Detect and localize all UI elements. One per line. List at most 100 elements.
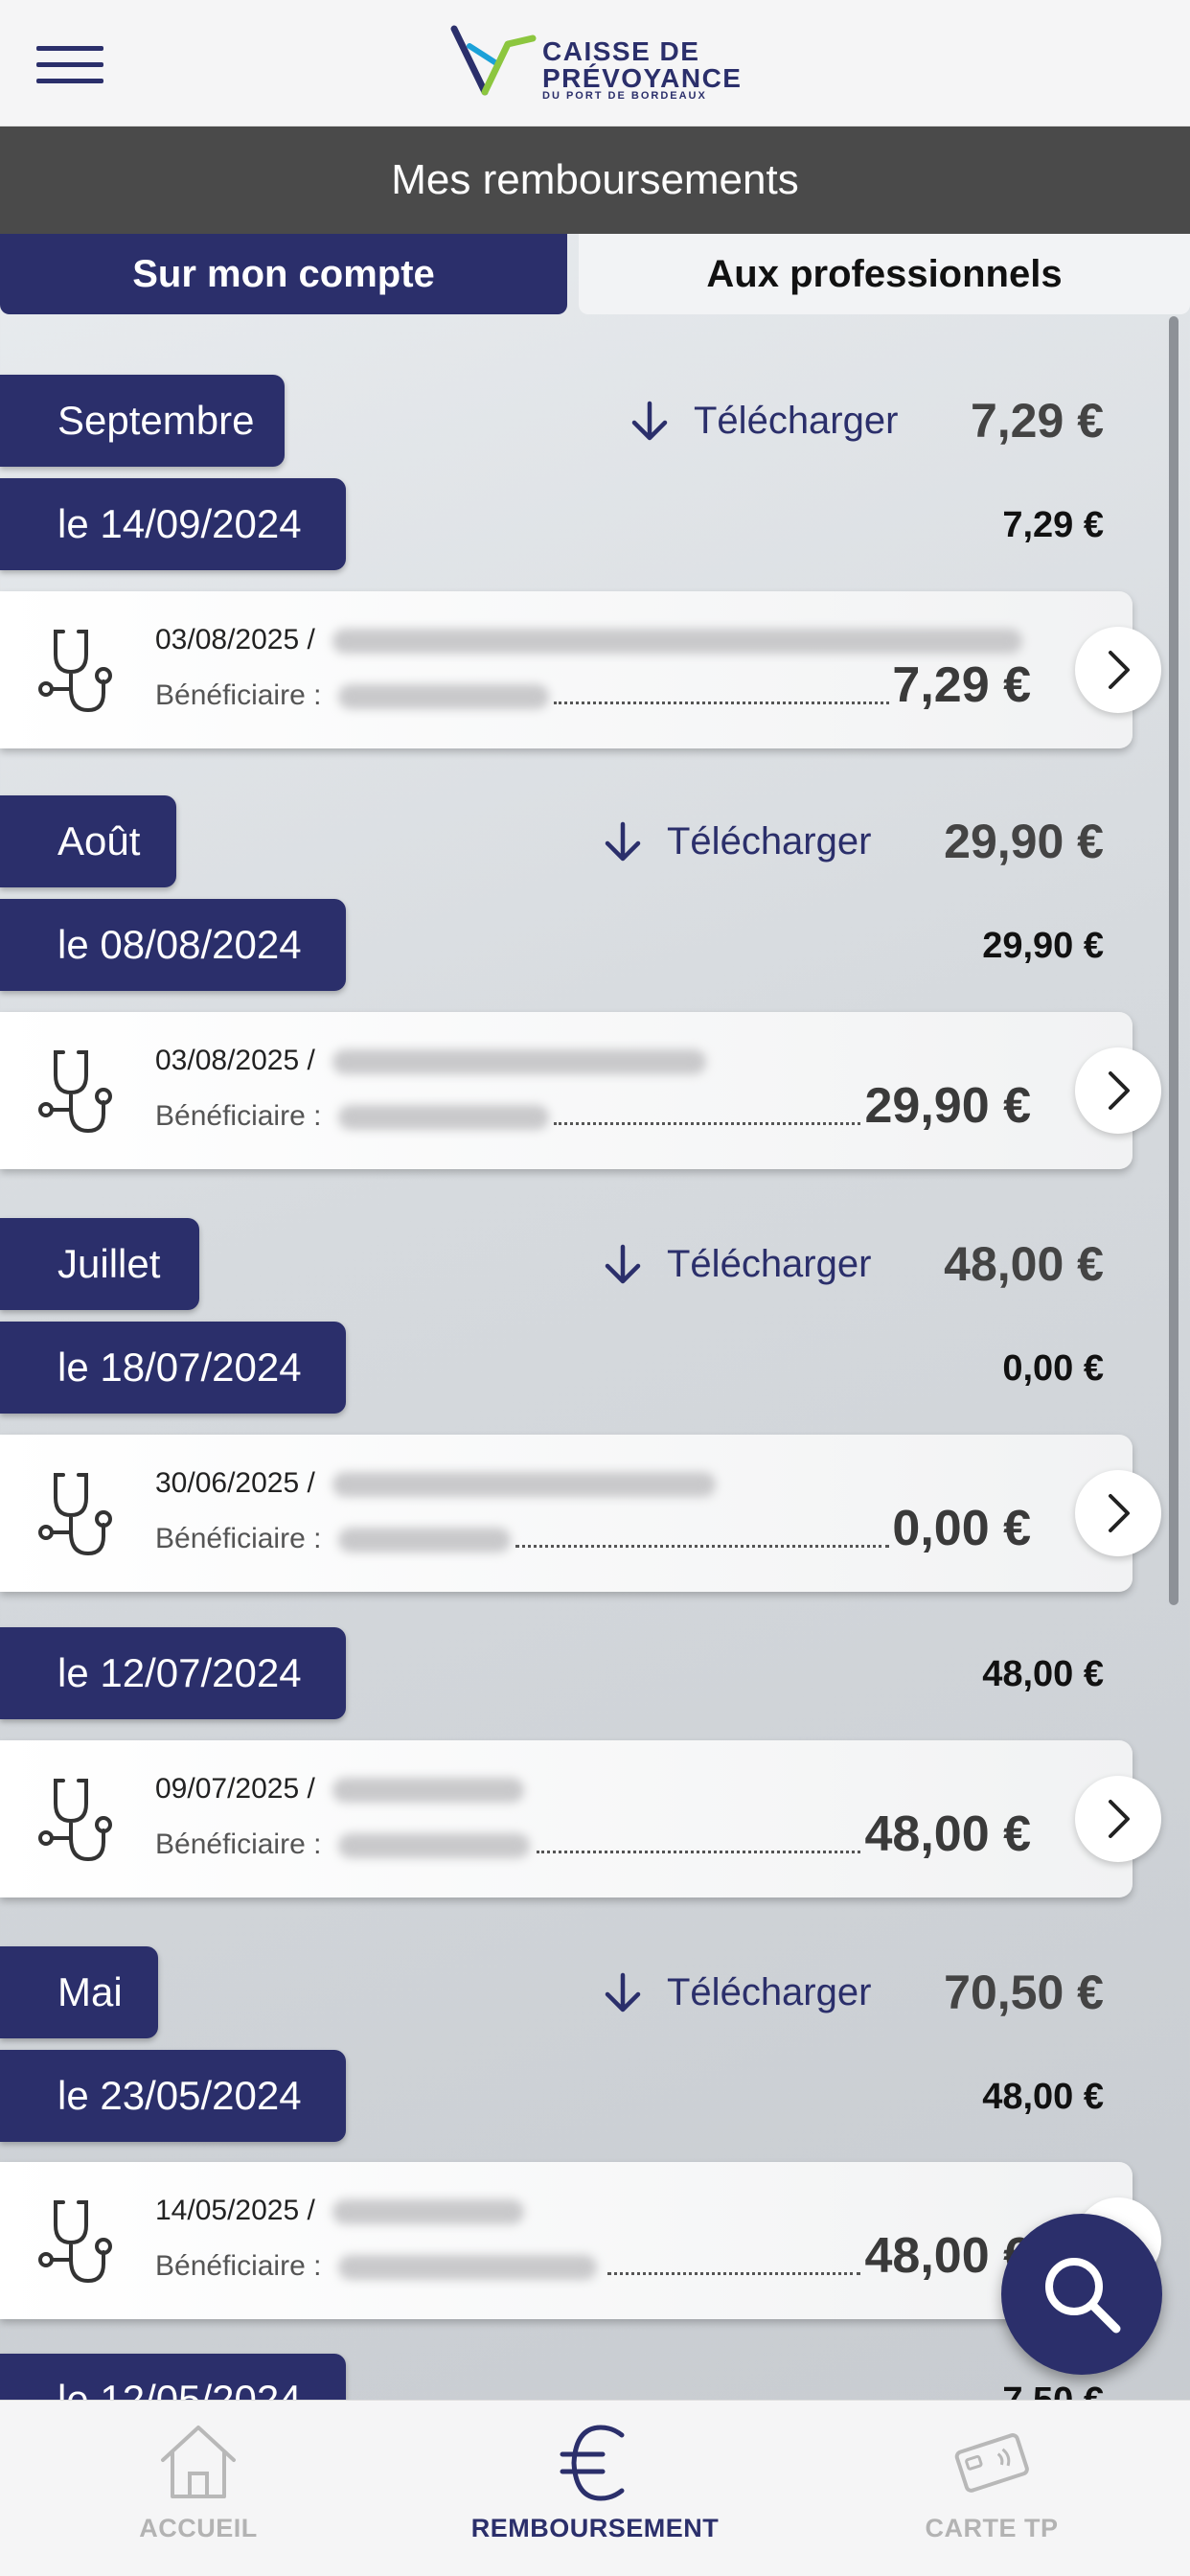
chevron-right-icon[interactable] [1075, 1470, 1161, 1556]
care-date: 14/05/2025 / [155, 2195, 315, 2226]
date-total: 48,00 € [982, 1654, 1104, 1694]
beneficiary-line: Bénéficiaire : [155, 1100, 550, 1133]
nav-carte-tp[interactable]: CARTE TP [793, 2401, 1190, 2576]
care-date: 30/06/2025 / [155, 1467, 315, 1499]
nav-accueil[interactable]: ACCUEIL [0, 2401, 397, 2576]
download-arrow-icon [605, 1972, 641, 2012]
item-amount: 29,90 € [864, 1078, 1032, 1134]
dot-leader [607, 2271, 860, 2275]
download-arrow-icon [605, 1244, 641, 1284]
nav-remboursement[interactable]: REMBOURSEMENT [397, 2401, 793, 2576]
reimbursement-card[interactable]: 09/07/2025 / Bénéficiaire : 48,00 € [0, 1740, 1133, 1898]
logo-subtitle: DU PORT DE BORDEAUX [542, 90, 707, 102]
search-icon [1045, 2258, 1121, 2334]
month-total: 29,90 € [944, 815, 1104, 868]
beneficiary-label: Bénéficiaire : [155, 1828, 322, 1860]
stethoscope-icon [38, 1473, 112, 1556]
reimbursement-list[interactable]: Septembre Télécharger 7,29 € le 14/09/20… [0, 314, 1190, 2400]
date-total: 7,50 € [1002, 2380, 1104, 2400]
redacted-beneficiary [338, 2255, 598, 2281]
beneficiary-label: Bénéficiaire : [155, 2250, 322, 2282]
search-button[interactable] [1001, 2214, 1162, 2375]
care-line: 03/08/2025 / [155, 624, 1022, 656]
download-label: Télécharger [694, 399, 899, 442]
redacted-beneficiary [338, 1105, 550, 1131]
redacted-beneficiary [338, 684, 550, 710]
date-label: le 12/05/2024 [0, 2354, 346, 2400]
download-label: Télécharger [667, 819, 872, 862]
month-label: Septembre [0, 375, 285, 467]
top-bar: CAISSE DE PRÉVOYANCE DU PORT DE BORDEAUX [0, 0, 1190, 126]
stethoscope-icon [38, 630, 112, 713]
home-icon [161, 2426, 236, 2498]
month-label: Mai [0, 1946, 158, 2038]
nav-label: CARTE TP [925, 2514, 1059, 2542]
dot-leader [554, 1121, 860, 1125]
redacted-act [332, 1049, 706, 1075]
beneficiary-label: Bénéficiaire : [155, 1100, 322, 1132]
reimbursement-card[interactable]: 14/05/2025 / Bénéficiaire : 48,00 € [0, 2162, 1133, 2319]
item-amount: 7,29 € [892, 657, 1031, 713]
scrollbar[interactable] [1169, 316, 1179, 1605]
download-button[interactable]: Télécharger [602, 1964, 871, 2021]
logo-mark-icon [450, 25, 537, 96]
dot-leader [537, 1850, 860, 1853]
chevron-right-icon[interactable] [1075, 627, 1161, 713]
hamburger-menu-icon[interactable] [36, 46, 103, 84]
card-icon [954, 2433, 1029, 2493]
redacted-act [332, 1472, 716, 1498]
logo-title: CAISSE DE PRÉVOYANCE [542, 36, 743, 93]
care-date: 03/08/2025 / [155, 624, 315, 656]
month-label: Août [0, 795, 176, 887]
month-label: Juillet [0, 1218, 199, 1310]
download-button[interactable]: Télécharger [629, 392, 898, 449]
reimbursement-card[interactable]: 03/08/2025 / Bénéficiaire : 7,29 € [0, 591, 1133, 748]
date-total: 0,00 € [1002, 1348, 1104, 1389]
care-line: 14/05/2025 / [155, 2195, 524, 2227]
page-title: Mes remboursements [0, 126, 1190, 234]
beneficiary-line: Bénéficiaire : [155, 1523, 512, 1555]
tab-sur-mon-compte[interactable]: Sur mon compte [0, 234, 567, 314]
chevron-right-icon[interactable] [1075, 1776, 1161, 1862]
download-label: Télécharger [667, 1970, 872, 2013]
beneficiary-line: Bénéficiaire : [155, 679, 550, 712]
stethoscope-icon [38, 1050, 112, 1134]
beneficiary-label: Bénéficiaire : [155, 679, 322, 711]
reimbursement-card[interactable]: 03/08/2025 / Bénéficiaire : 29,90 € [0, 1012, 1133, 1169]
date-label: le 08/08/2024 [0, 899, 346, 991]
redacted-act [332, 2199, 524, 2225]
dot-leader [554, 701, 889, 704]
month-total: 70,50 € [944, 1966, 1104, 2019]
tab-aux-professionnels[interactable]: Aux professionnels [579, 234, 1190, 314]
download-arrow-icon [605, 821, 641, 862]
date-label: le 18/07/2024 [0, 1322, 346, 1414]
beneficiary-label: Bénéficiaire : [155, 1523, 322, 1554]
download-button[interactable]: Télécharger [602, 813, 871, 870]
item-amount: 0,00 € [892, 1501, 1031, 1556]
care-line: 03/08/2025 / [155, 1045, 706, 1077]
month-total: 48,00 € [944, 1237, 1104, 1291]
chevron-right-icon[interactable] [1075, 1047, 1161, 1134]
download-arrow-icon [631, 401, 668, 441]
date-label: le 14/09/2024 [0, 478, 346, 570]
reimbursement-card[interactable]: 30/06/2025 / Bénéficiaire : 0,00 € [0, 1435, 1133, 1592]
logo: CAISSE DE PRÉVOYANCE DU PORT DE BORDEAUX [450, 23, 757, 105]
care-line: 09/07/2025 / [155, 1773, 524, 1806]
download-label: Télécharger [667, 1242, 872, 1285]
date-total: 48,00 € [982, 2077, 1104, 2117]
stethoscope-icon [38, 1779, 112, 1862]
item-amount: 48,00 € [864, 1806, 1032, 1862]
dot-leader [515, 1544, 889, 1548]
date-label: le 12/07/2024 [0, 1627, 346, 1719]
date-total: 29,90 € [982, 926, 1104, 966]
date-label: le 23/05/2024 [0, 2050, 346, 2142]
month-total: 7,29 € [970, 394, 1104, 448]
download-button[interactable]: Télécharger [602, 1235, 871, 1293]
euro-icon [560, 2425, 625, 2501]
beneficiary-line: Bénéficiaire : [155, 1828, 531, 1861]
redacted-beneficiary [338, 1528, 512, 1553]
nav-label: REMBOURSEMENT [470, 2514, 720, 2542]
care-date: 03/08/2025 / [155, 1045, 315, 1076]
care-line: 30/06/2025 / [155, 1467, 716, 1500]
redacted-act [332, 1778, 524, 1804]
